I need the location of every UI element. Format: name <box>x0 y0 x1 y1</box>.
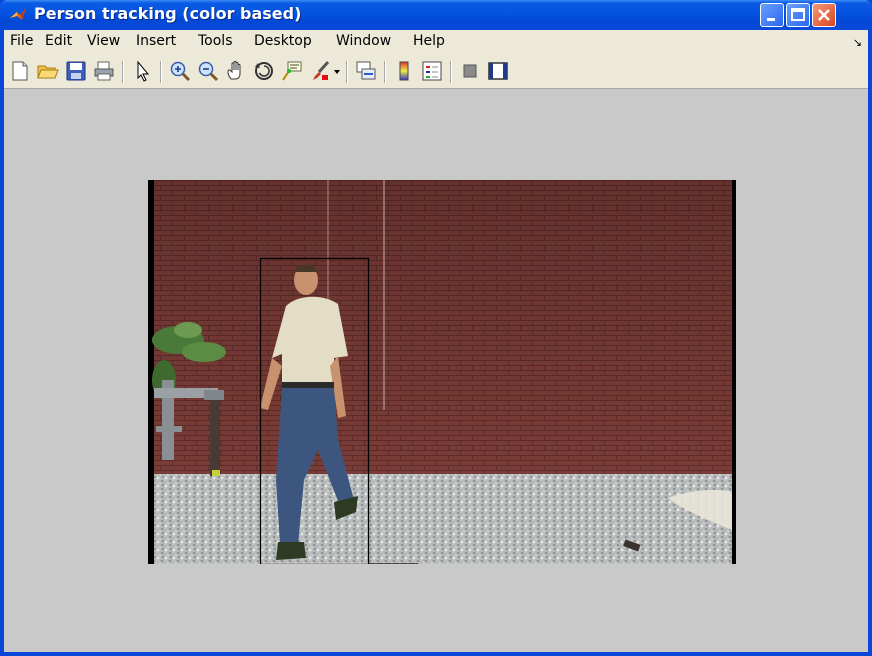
brush-icon[interactable] <box>308 59 332 83</box>
menu-edit[interactable]: Edit <box>45 33 72 49</box>
close-button[interactable] <box>812 3 836 27</box>
toolbar-separator <box>346 61 348 83</box>
menubar-dock-arrow-icon[interactable]: ↘ <box>853 36 862 49</box>
hide-plot-tools-icon[interactable] <box>458 59 482 83</box>
close-icon <box>818 9 830 21</box>
menu-help[interactable]: Help <box>413 33 445 49</box>
menu-file[interactable]: File <box>10 33 33 49</box>
menu-desktop[interactable]: Desktop <box>254 33 312 49</box>
print-icon[interactable] <box>92 59 116 83</box>
toolbar-separator <box>450 61 452 83</box>
menu-bar: File Edit View Insert Tools Desktop Wind… <box>4 30 868 54</box>
window-title: Person tracking (color based) <box>34 4 302 23</box>
minimize-icon <box>767 18 775 21</box>
zoom-out-icon[interactable] <box>196 59 220 83</box>
menu-tools[interactable]: Tools <box>198 33 233 49</box>
edit-plot-arrow-icon[interactable] <box>130 59 154 83</box>
matlab-logo-icon <box>10 8 26 20</box>
menu-insert[interactable]: Insert <box>136 33 176 49</box>
data-cursor-icon[interactable] <box>280 59 304 83</box>
colorbar-icon[interactable] <box>392 59 416 83</box>
window-client: File Edit View Insert Tools Desktop Wind… <box>4 30 868 652</box>
figure-toolbar <box>4 54 868 89</box>
pan-hand-icon[interactable] <box>224 59 248 83</box>
title-bar[interactable]: Person tracking (color based) <box>0 0 872 30</box>
toolbar-separator <box>384 61 386 83</box>
open-file-icon[interactable] <box>36 59 60 83</box>
show-plot-tools-icon[interactable] <box>486 59 510 83</box>
maximize-button[interactable] <box>786 3 810 27</box>
figure-window: Person tracking (color based) File Edit … <box>0 0 872 656</box>
toolbar-separator <box>122 61 124 83</box>
link-plot-icon[interactable] <box>354 59 378 83</box>
zoom-in-icon[interactable] <box>168 59 192 83</box>
rotate-3d-icon[interactable] <box>252 59 276 83</box>
menu-window[interactable]: Window <box>336 33 391 49</box>
maximize-icon <box>791 8 805 21</box>
save-icon[interactable] <box>64 59 88 83</box>
minimize-button[interactable] <box>760 3 784 27</box>
menu-view[interactable]: View <box>87 33 120 49</box>
toolbar-separator <box>160 61 162 83</box>
brush-dropdown-icon[interactable] <box>332 59 342 83</box>
new-figure-icon[interactable] <box>8 59 32 83</box>
gravel-ground <box>154 474 732 564</box>
figure-canvas <box>4 89 868 652</box>
legend-icon[interactable] <box>420 59 444 83</box>
video-frame-axes <box>148 180 736 564</box>
